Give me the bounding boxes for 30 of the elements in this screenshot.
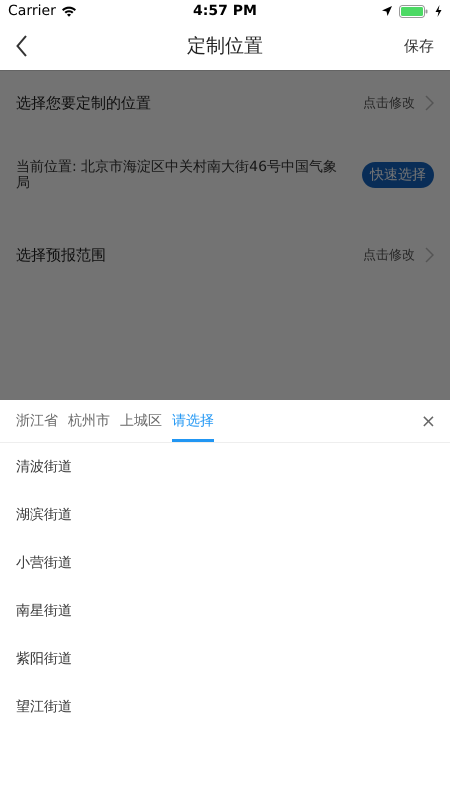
quick-select-button[interactable]: 快速选择: [362, 162, 434, 188]
save-button[interactable]: 保存: [374, 36, 434, 56]
option-item[interactable]: 小营街道: [0, 539, 450, 587]
location-arrow-icon: [380, 5, 393, 17]
wifi-icon: [60, 5, 77, 17]
battery-icon: [398, 4, 429, 18]
option-item[interactable]: 望江街道: [0, 683, 450, 731]
hint-text: 点击修改: [363, 247, 415, 264]
hint-text: 点击修改: [363, 95, 415, 112]
settings-row[interactable]: 选择您要定制的位置 点击修改: [0, 71, 450, 135]
status-time: 4:57 PM: [193, 3, 257, 19]
page-title: 定制位置: [187, 34, 263, 59]
carrier-label: Carrier: [8, 3, 56, 19]
region-tab[interactable]: 浙江省: [16, 400, 58, 442]
option-item[interactable]: 清波街道: [0, 443, 450, 491]
option-item[interactable]: 紫阳街道: [0, 635, 450, 683]
region-tab[interactable]: 请选择: [172, 400, 214, 442]
settings-row[interactable]: 选择预报范围 点击修改: [0, 223, 450, 287]
region-tab[interactable]: 上城区: [120, 400, 162, 442]
back-icon: [16, 35, 28, 57]
chevron-right-icon: [425, 95, 434, 111]
location-text: 当前位置: 北京市海淀区中关村南大街46号中国气象局: [16, 159, 338, 191]
close-button[interactable]: ×: [416, 400, 440, 442]
region-tab[interactable]: 杭州市: [68, 400, 110, 442]
row-label: 选择您要定制的位置: [16, 94, 151, 112]
charging-icon: [434, 5, 442, 17]
option-item[interactable]: 南星街道: [0, 587, 450, 635]
chevron-right-icon: [425, 247, 434, 263]
row-label: 选择预报范围: [16, 246, 106, 264]
option-item[interactable]: 湖滨街道: [0, 491, 450, 539]
